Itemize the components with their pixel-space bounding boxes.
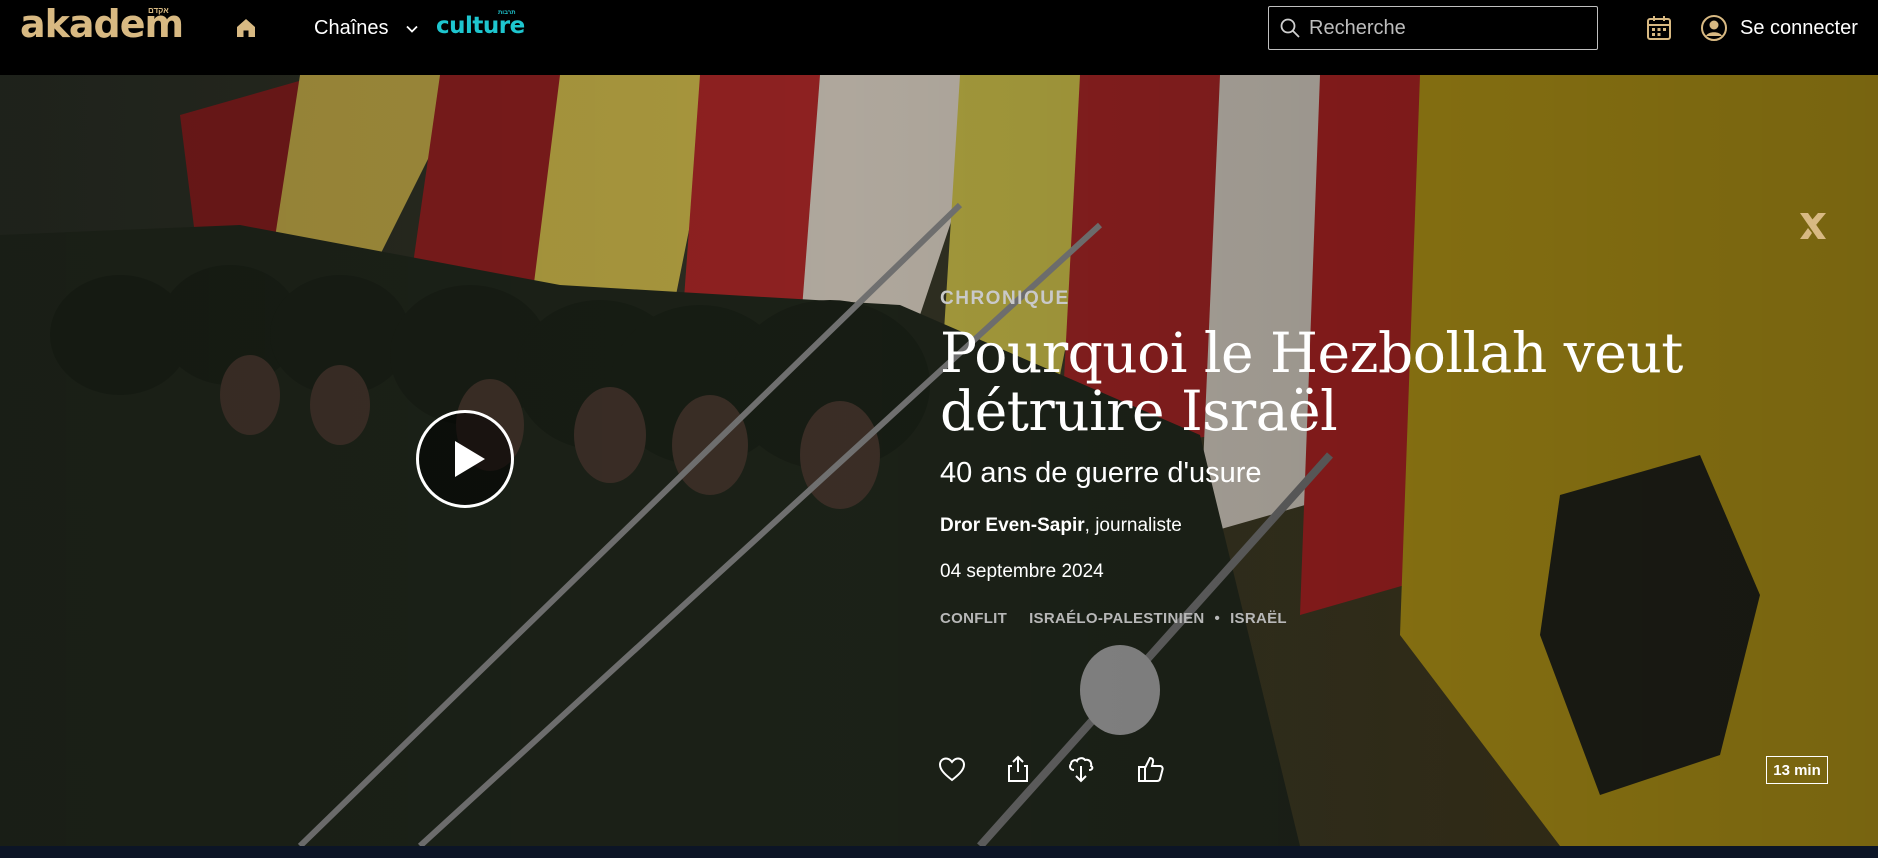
search-box[interactable]: [1268, 6, 1598, 50]
article-category[interactable]: CHRONIQUE: [940, 288, 1070, 310]
article-tags: CONFLIT ISRAÉLO-PALESTINIEN • ISRAËL: [940, 610, 1287, 627]
download-icon[interactable]: [1066, 754, 1096, 784]
play-button[interactable]: [416, 410, 514, 508]
user-icon[interactable]: [1700, 14, 1728, 42]
heart-icon[interactable]: [937, 754, 967, 784]
article-hero: [0, 75, 1878, 846]
search-icon: [1280, 18, 1300, 38]
tag-israelo-palestinien[interactable]: ISRAÉLO-PALESTINIEN: [1029, 610, 1204, 627]
login-link[interactable]: Se connecter: [1740, 17, 1858, 40]
search-input[interactable]: [1309, 13, 1589, 43]
bottom-strip: [0, 846, 1878, 858]
author-role: , journaliste: [1084, 515, 1182, 536]
article-author: Dror Even-Sapir, journaliste: [940, 515, 1182, 537]
akadem-brand-icon[interactable]: [1796, 209, 1830, 243]
duration-badge: 13 min: [1766, 756, 1828, 784]
tag-conflit[interactable]: CONFLIT: [940, 610, 1007, 627]
culture-logo-hebrew: תרבות: [498, 10, 516, 16]
home-icon[interactable]: [234, 16, 258, 40]
article-title: Pourquoi le Hezbollah veut détruire Isra…: [940, 321, 1683, 443]
calendar-icon[interactable]: [1646, 14, 1672, 42]
share-icon[interactable]: [1003, 754, 1033, 784]
chevron-down-icon[interactable]: [404, 21, 420, 37]
top-navbar: akadem אקדם Chaînes culture תרבות Se con…: [0, 0, 1878, 75]
nav-chaines-menu[interactable]: Chaînes: [314, 17, 389, 40]
author-name[interactable]: Dror Even-Sapir: [940, 515, 1085, 536]
culture-logo[interactable]: culture: [436, 13, 525, 39]
article-date: 04 septembre 2024: [940, 561, 1104, 582]
play-icon: [455, 441, 485, 477]
tag-separator: •: [1214, 610, 1221, 627]
article-subtitle: 40 ans de guerre d'usure: [940, 457, 1262, 489]
tag-israel[interactable]: ISRAËL: [1230, 610, 1287, 627]
hero-overlay: [0, 75, 1878, 846]
akadem-logo-hebrew: אקדם: [148, 6, 169, 15]
thumbs-up-icon[interactable]: [1136, 754, 1166, 784]
